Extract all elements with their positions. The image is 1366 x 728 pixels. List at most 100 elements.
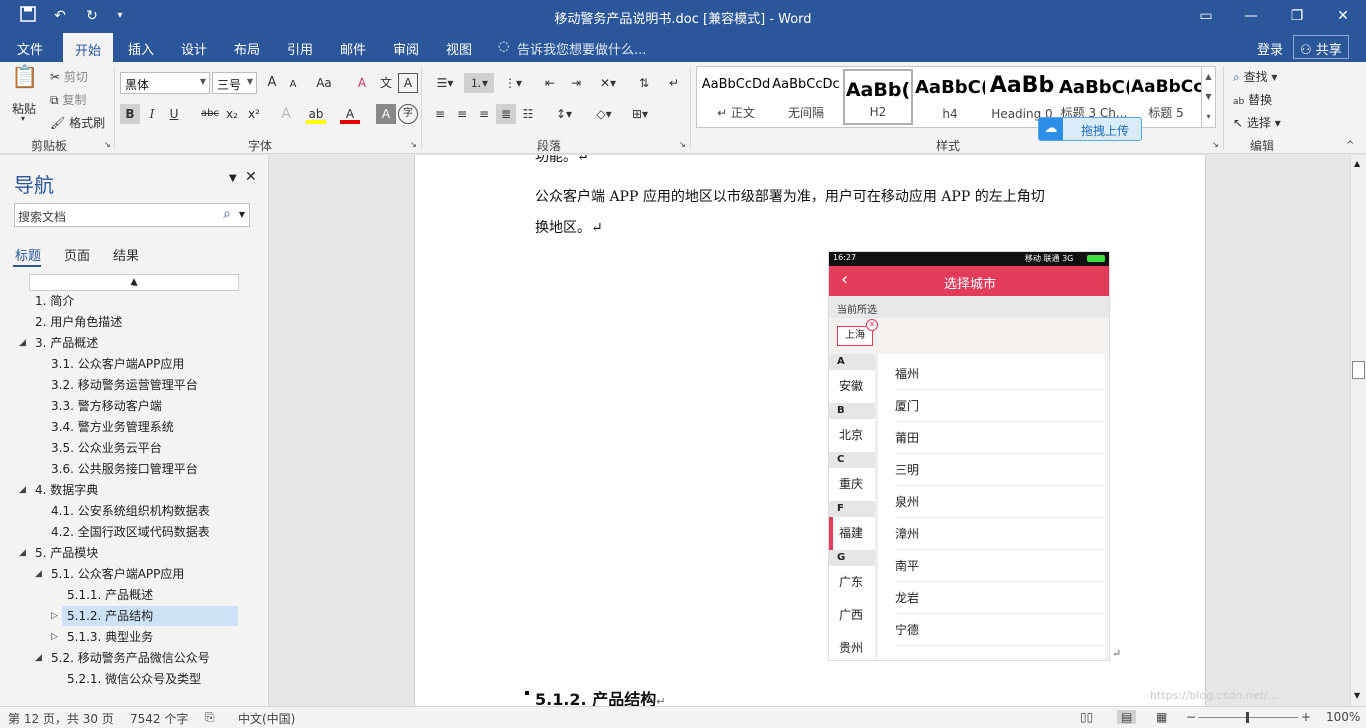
increase-indent-icon[interactable]: ⇥ [566, 73, 586, 93]
tab-mailings[interactable]: 邮件 [340, 39, 366, 58]
line-spacing-icon[interactable]: ↕▾ [550, 104, 578, 124]
web-layout-icon[interactable]: ▦ [1156, 710, 1167, 724]
tab-headings[interactable]: 标题 [15, 245, 41, 264]
multilevel-list-icon[interactable]: ⋮▾ [498, 73, 528, 93]
collapse-triangle-icon[interactable]: ◢ [19, 485, 26, 495]
style-h4[interactable]: AaBbC(h4 [915, 69, 985, 125]
grow-font-icon[interactable]: A [262, 73, 282, 93]
format-painter-button[interactable]: 🖌 格式刷 [50, 114, 105, 131]
justify-icon[interactable]: ≣ [496, 104, 516, 124]
underline-button[interactable]: U [164, 104, 184, 124]
word-count[interactable]: 7542 个字 [130, 710, 188, 727]
italic-button[interactable]: I [142, 104, 162, 124]
scroll-up-icon[interactable]: ▲ [1354, 159, 1360, 168]
scroll-down-icon[interactable]: ▼ [1354, 691, 1360, 700]
nav-item-5-2-1[interactable]: 5.2.1. 微信公众号及类型 [67, 669, 201, 689]
decrease-indent-icon[interactable]: ⇤ [540, 73, 560, 93]
numbering-icon[interactable]: ⒈▾ [464, 73, 494, 93]
show-marks-icon[interactable]: ↵ [664, 73, 684, 93]
minimize-icon[interactable]: — [1241, 6, 1261, 26]
search-icon[interactable]: ⌕ [223, 206, 231, 222]
bullets-icon[interactable]: ☰▾ [430, 73, 460, 93]
tab-pages[interactable]: 页面 [64, 245, 90, 264]
restore-icon[interactable]: ❐ [1287, 6, 1307, 26]
tell-me-box[interactable]: 告诉我您想要做什么... [517, 39, 646, 58]
cut-button[interactable]: ✂ 剪切 [50, 68, 88, 85]
change-case-icon[interactable]: Aa [311, 73, 337, 93]
style-heading-5[interactable]: AaBbCc 标题 5 [1131, 69, 1201, 125]
print-layout-icon[interactable]: ▤ [1117, 710, 1137, 724]
clipboard-launcher-icon[interactable]: ↘ [104, 140, 111, 149]
vertical-scrollbar[interactable]: ▲ ▼ [1350, 155, 1366, 706]
nav-item-roles[interactable]: 2. 用户角色描述 [35, 312, 122, 332]
font-color-icon[interactable]: A [340, 104, 360, 124]
tab-file[interactable]: 文件 [17, 39, 43, 58]
font-launcher-icon[interactable]: ↘ [410, 140, 417, 149]
nav-options-icon[interactable]: ▼ [229, 173, 237, 184]
enclose-characters-icon[interactable]: 字 [398, 104, 418, 124]
tab-review[interactable]: 审阅 [393, 39, 419, 58]
styles-launcher-icon[interactable]: ↘ [1212, 140, 1219, 149]
zoom-out-icon[interactable]: − [1186, 710, 1196, 724]
copy-button[interactable]: ⧉ 复制 [50, 91, 86, 108]
nav-item-3-3[interactable]: 3.3. 警方移动客户端 [51, 396, 162, 416]
login-link[interactable]: 登录 [1257, 39, 1283, 58]
font-name-select[interactable]: 黑体 ▼ [120, 72, 210, 94]
align-left-icon[interactable]: ≡ [430, 104, 450, 124]
nav-item-4-1[interactable]: 4.1. 公安系统组织机构数据表 [51, 501, 210, 521]
nav-item-5-2[interactable]: 5.2. 移动警务产品微信公众号 [51, 648, 210, 668]
tab-design[interactable]: 设计 [181, 39, 207, 58]
tab-results[interactable]: 结果 [113, 245, 139, 264]
nav-item-3-5[interactable]: 3.5. 公众业务云平台 [51, 438, 162, 458]
style-no-spacing[interactable]: AaBbCcDc 无间隔 [771, 69, 841, 125]
distributed-icon[interactable]: ☷ [518, 104, 538, 124]
superscript-button[interactable]: x² [244, 104, 264, 124]
subscript-button[interactable]: x₂ [222, 104, 242, 124]
shading-icon[interactable]: ◇▾ [590, 104, 618, 124]
character-border-icon[interactable]: A [398, 73, 418, 93]
align-right-icon[interactable]: ≡ [474, 104, 494, 124]
shrink-font-icon[interactable]: A [283, 75, 303, 95]
close-window-icon[interactable]: ✕ [1333, 6, 1353, 26]
proofing-icon[interactable]: ⎘ [205, 710, 215, 725]
zoom-level[interactable]: 100% [1326, 710, 1360, 724]
paste-icon[interactable]: 📋 [10, 67, 40, 98]
paragraph-launcher-icon[interactable]: ↘ [679, 140, 686, 149]
font-size-select[interactable]: 三号 ▼ [212, 72, 257, 94]
strikethrough-button[interactable]: abc [198, 104, 222, 124]
nav-item-modules[interactable]: 5. 产品模块 [35, 543, 98, 563]
collapse-triangle-icon[interactable]: ◢ [35, 653, 42, 663]
align-center-icon[interactable]: ≡ [452, 104, 472, 124]
borders-icon[interactable]: ⊞▾ [626, 104, 654, 124]
nav-item-overview[interactable]: 3. 产品概述 [35, 333, 98, 353]
expand-triangle-icon[interactable]: ▷ [51, 632, 58, 642]
collapse-all-button[interactable]: ▲̲ [29, 274, 239, 291]
clear-format-icon[interactable]: A [352, 73, 372, 93]
share-button[interactable]: ⚇ 共享 [1293, 35, 1349, 59]
character-shading-icon[interactable]: A [376, 104, 396, 124]
nav-item-intro[interactable]: 1. 简介 [35, 291, 74, 311]
search-input[interactable]: 搜索文档 ⌕ ▼ [14, 203, 250, 227]
collapse-triangle-icon[interactable]: ◢ [19, 338, 26, 348]
page-count[interactable]: 第 12 页，共 30 页 [8, 710, 114, 727]
phonetic-guide-icon[interactable]: 文 [376, 73, 396, 93]
text-effects-icon[interactable]: A [276, 104, 296, 124]
nav-item-4-2[interactable]: 4.2. 全国行政区域代码数据表 [51, 522, 210, 542]
read-mode-icon[interactable]: ▯▯ [1080, 710, 1093, 724]
drag-upload-button[interactable]: ☁ 拖拽上传 [1038, 117, 1142, 141]
embedded-phone-screenshot[interactable]: 16:27 移动 联通 3G ‹ 选择城市 当前所选 上海 ✕ A 安徽 B 北… [828, 251, 1110, 661]
find-button[interactable]: ⌕ 查找 ▾ [1233, 68, 1277, 85]
expand-triangle-icon[interactable]: ▷ [51, 611, 58, 621]
tab-layout[interactable]: 布局 [234, 39, 260, 58]
collapse-triangle-icon[interactable]: ◢ [35, 569, 42, 579]
tab-view[interactable]: 视图 [446, 39, 472, 58]
nav-item-5-1-1[interactable]: 5.1.1. 产品概述 [67, 585, 153, 605]
ribbon-display-icon[interactable]: ▭ [1196, 6, 1216, 26]
collapse-triangle-icon[interactable]: ◢ [19, 548, 26, 558]
styles-scroll[interactable]: ▲ ▼ ▾ [1201, 67, 1215, 127]
zoom-slider-thumb[interactable] [1246, 712, 1249, 723]
select-button[interactable]: ↖ 选择 ▾ [1233, 114, 1281, 131]
replace-button[interactable]: ab 替换 [1233, 91, 1272, 108]
style-normal[interactable]: AaBbCcDd ↵ 正文 [701, 69, 771, 125]
nav-item-3-6[interactable]: 3.6. 公共服务接口管理平台 [51, 459, 198, 479]
